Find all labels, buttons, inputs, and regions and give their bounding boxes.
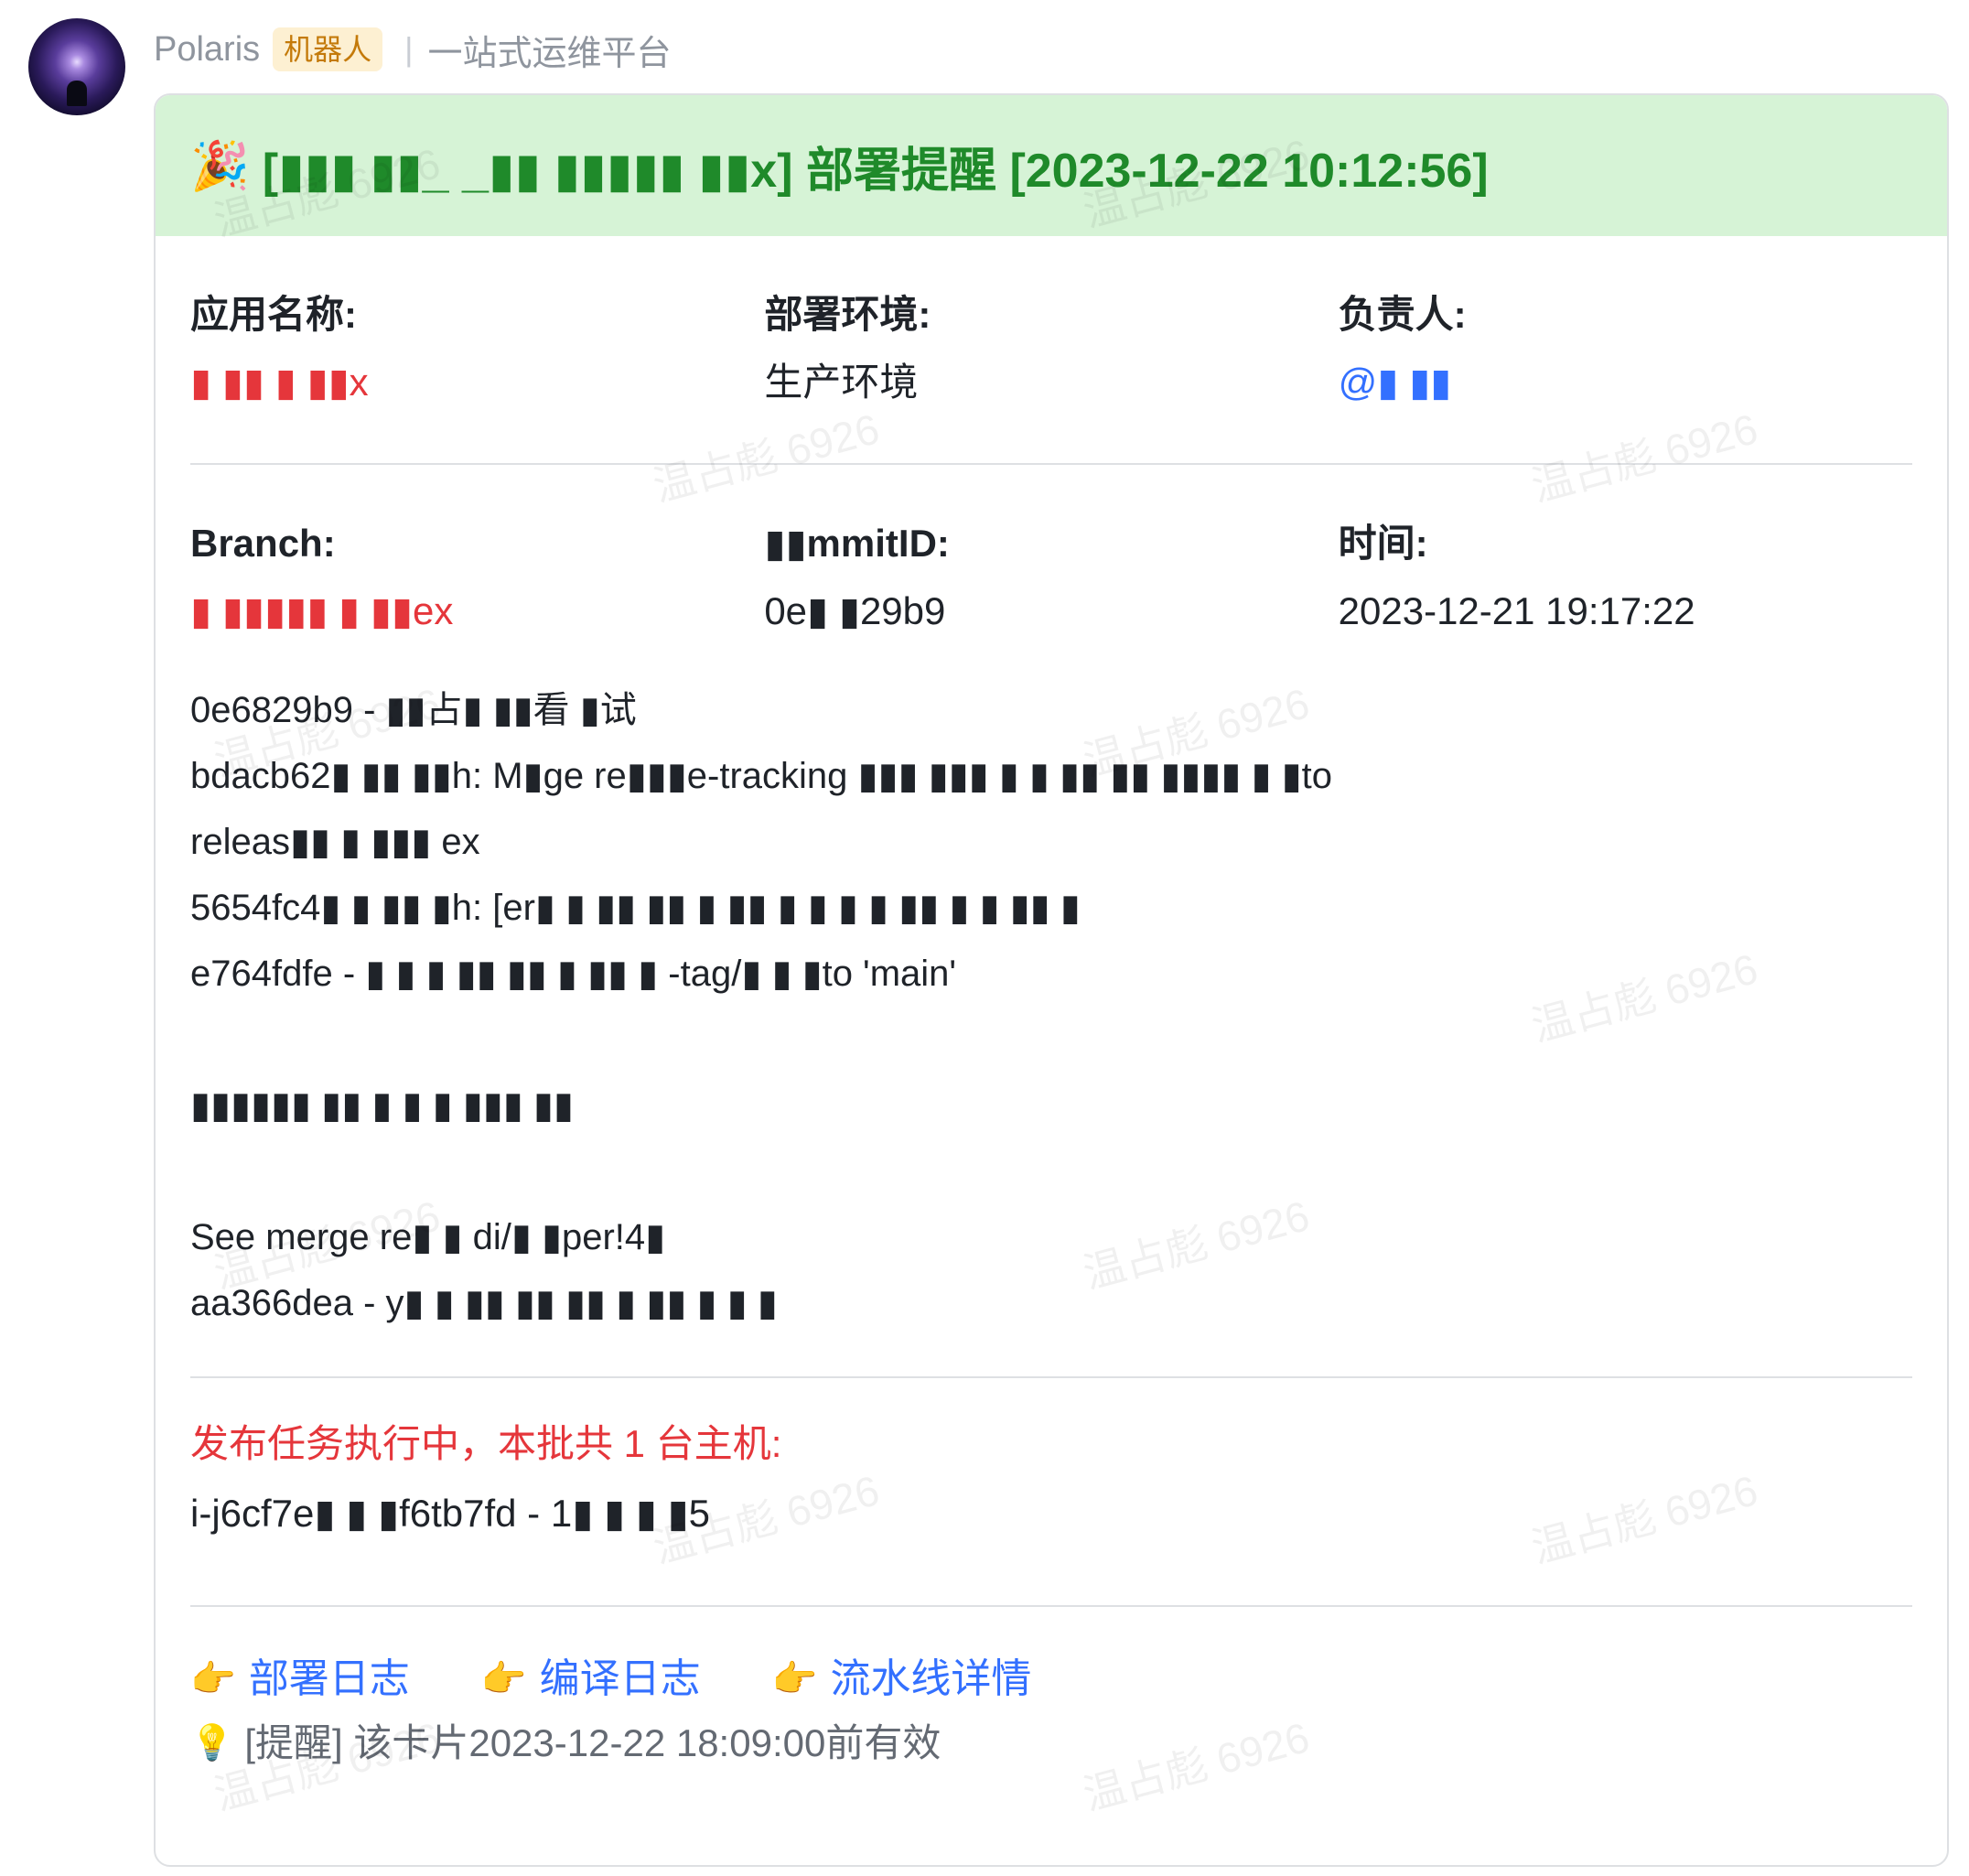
time-field: 时间: 2023-12-21 19:17:22 <box>1339 518 1912 637</box>
build-log-link[interactable]: 👉 编译日志 <box>481 1647 701 1711</box>
field-label: 负责人: <box>1338 293 1467 336</box>
field-label: 应用名称: <box>190 293 357 336</box>
card-title: [▮▮▮ ▮▮_ _▮▮ ▮▮▮▮▮ ▮▮x] 部署提醒 [2023-12-22… <box>262 144 1489 198</box>
log-line: bdacb62▮ ▮▮ ▮▮h: M▮ge re▮▮▮e-tracking ▮▮… <box>190 756 1332 796</box>
owner-mention[interactable]: @▮ ▮▮ <box>1339 357 1912 408</box>
commit-id-field: ▮▮mmitID: 0e▮ ▮29b9 <box>764 518 1338 637</box>
validity-tip: 💡 [提醒] 该卡片2023-12-22 18:09:00前有效 <box>190 1711 1912 1775</box>
light-bulb-icon: 💡 <box>190 1724 234 1763</box>
field-value: ▮ ▮▮ ▮ ▮▮x <box>190 361 369 404</box>
log-line: See merge re▮ ▮ di/▮ ▮per!4▮ <box>190 1217 666 1257</box>
message-card: 🎉 [▮▮▮ ▮▮_ _▮▮ ▮▮▮▮▮ ▮▮x] 部署提醒 [2023-12-… <box>154 93 1949 1867</box>
bot-avatar[interactable] <box>28 18 125 115</box>
field-label: Branch: <box>190 522 336 565</box>
host-item: i-j6cf7e▮ ▮ ▮f6tb7fd - 1▮ ▮ ▮ ▮5 <box>190 1492 711 1535</box>
sender-name[interactable]: Polaris <box>154 30 260 70</box>
field-value: 0e▮ ▮29b9 <box>764 589 946 632</box>
field-label: 时间: <box>1338 522 1428 565</box>
commit-log: 0e6829b9 - ▮▮占▮ ▮▮看 ▮试 bdacb62▮ ▮▮ ▮▮h: … <box>190 677 1912 1336</box>
bot-badge: 机器人 <box>273 27 383 71</box>
field-label: ▮▮mmitID: <box>764 522 950 565</box>
card-body: 应用名称: ▮ ▮▮ ▮ ▮▮x 部署环境: 生产环境 负责人: @▮ ▮▮ B… <box>156 236 1947 1775</box>
field-value: ▮ ▮▮▮▮▮ ▮ ▮▮ex <box>190 589 454 632</box>
pipeline-detail-link[interactable]: 👉 流水线详情 <box>772 1647 1032 1711</box>
link-label[interactable]: 流水线详情 <box>830 1647 1031 1711</box>
app-info-row: 应用名称: ▮ ▮▮ ▮ ▮▮x 部署环境: 生产环境 负责人: @▮ ▮▮ <box>190 236 1912 463</box>
platform-name: 一站式运维平台 <box>427 34 672 73</box>
pointing-hand-icon: 👉 <box>480 1659 527 1699</box>
divider <box>190 1376 1912 1378</box>
pointing-hand-icon: 👉 <box>771 1659 818 1699</box>
link-label[interactable]: 编译日志 <box>540 1647 701 1711</box>
tip-text: [提醒] 该卡片2023-12-22 18:09:00前有效 <box>244 1721 941 1764</box>
link-label[interactable]: 部署日志 <box>249 1647 410 1711</box>
party-popper-icon: 🎉 <box>190 139 250 193</box>
separator: | <box>404 30 414 68</box>
sender-row: Polaris 机器人 | 一站式运维平台 <box>154 26 672 73</box>
divider <box>190 1605 1912 1607</box>
log-line: releas▮▮ ▮ ▮▮▮ ex <box>190 822 480 862</box>
field-label: 部署环境: <box>764 293 931 336</box>
deploy-alert: 发布任务执行中，本批共 1 台主机: <box>190 1422 782 1465</box>
field-value: 2023-12-21 19:17:22 <box>1338 589 1695 632</box>
log-line: ▮▮▮▮▮▮ ▮▮ ▮ ▮ ▮ ▮▮▮ ▮▮ <box>190 1085 574 1126</box>
action-links: 👉 部署日志 👉 编译日志 👉 流水线详情 <box>190 1647 1912 1711</box>
owner-field: 负责人: @▮ ▮▮ <box>1339 289 1912 463</box>
log-line: 5654fc4▮ ▮ ▮▮ ▮h: [er▮ ▮ ▮▮ ▮▮ ▮ ▮▮ ▮ ▮ … <box>190 888 1081 928</box>
build-info-row: Branch: ▮ ▮▮▮▮▮ ▮ ▮▮ex ▮▮mmitID: 0e▮ ▮29… <box>190 465 1912 637</box>
field-value: 生产环境 <box>764 361 919 404</box>
log-line: 0e6829b9 - ▮▮占▮ ▮▮看 ▮试 <box>190 690 637 730</box>
deploy-log-link[interactable]: 👉 部署日志 <box>190 1647 410 1711</box>
log-line: aa366dea - y▮ ▮ ▮▮ ▮▮ ▮▮ ▮ ▮▮ ▮ ▮ ▮ <box>190 1283 778 1323</box>
card-header: 🎉 [▮▮▮ ▮▮_ _▮▮ ▮▮▮▮▮ ▮▮x] 部署提醒 [2023-12-… <box>156 95 1947 236</box>
branch-field: Branch: ▮ ▮▮▮▮▮ ▮ ▮▮ex <box>190 518 764 637</box>
deploy-env-field: 部署环境: 生产环境 <box>764 289 1338 463</box>
pointing-hand-icon: 👉 <box>190 1659 236 1699</box>
app-name-field: 应用名称: ▮ ▮▮ ▮ ▮▮x <box>190 289 764 463</box>
log-line: e764fdfe - ▮ ▮ ▮ ▮▮ ▮▮ ▮ ▮▮ ▮ -tag/▮ ▮ ▮… <box>190 954 957 994</box>
